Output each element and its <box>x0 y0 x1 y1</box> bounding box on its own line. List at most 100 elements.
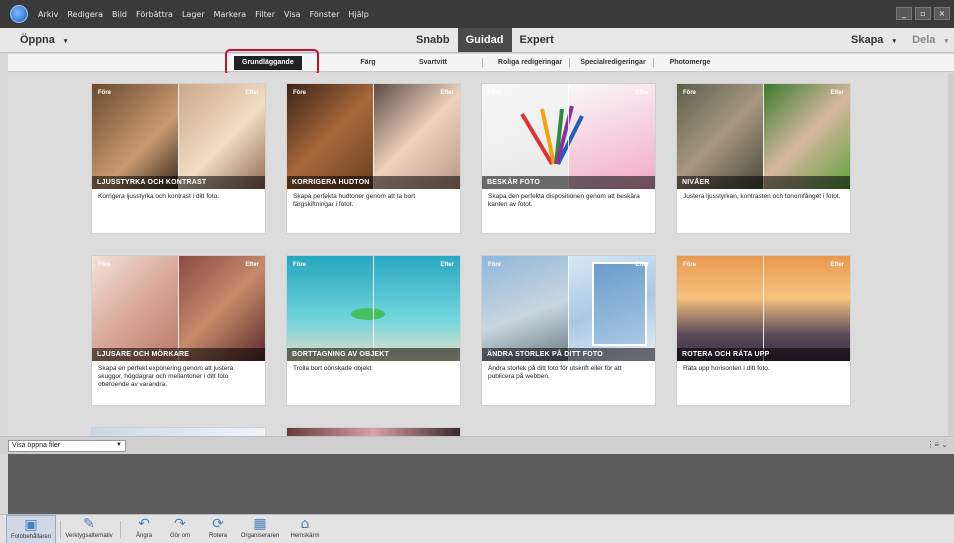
close-button[interactable]: × <box>934 7 950 20</box>
card-description: Skapa den perfekta dispositionen genom a… <box>488 193 640 208</box>
category-divider <box>653 58 654 68</box>
tool-label: Ångra <box>135 533 152 539</box>
minimize-button[interactable]: _ <box>896 7 912 20</box>
tool-label: Rotera <box>208 533 227 539</box>
card-borttagning[interactable]: Före Efter BORTTAGNING AV OBJEKT Trolla … <box>287 256 460 405</box>
show-files-select[interactable]: Visa öppna filer ▼ <box>8 440 126 452</box>
after-label: Efter <box>245 262 259 268</box>
split-divider <box>763 256 764 361</box>
maximize-button[interactable]: ▫ <box>915 7 931 20</box>
create-button[interactable]: Skapa ▾ <box>851 34 896 46</box>
card-partial[interactable] <box>287 428 460 436</box>
resized-photo-frame <box>592 262 647 346</box>
before-label: Före <box>488 262 502 268</box>
card-title: ROTERA OCH RÄTA UPP <box>677 348 850 361</box>
guided-edits-grid: Före Efter LJUSSTYRKA OCH KONTRAST Korri… <box>8 73 954 436</box>
card-nivaer[interactable]: Före Efter NIVÅER Justera ljusstyrkan, k… <box>677 84 850 233</box>
after-half <box>178 256 265 361</box>
tab-guidad[interactable]: Guidad <box>457 28 512 52</box>
before-label: Före <box>683 262 697 268</box>
card-description: Ändra storlek på ditt foto för utskrift … <box>488 365 622 380</box>
before-label: Före <box>98 90 112 96</box>
home-icon: ⌂ <box>300 516 310 532</box>
photo-bin-icon: ▣ <box>24 517 38 533</box>
menu-bar: Arkiv Redigera Bild Förbättra Lager Mark… <box>0 0 954 28</box>
menu-bild[interactable]: Bild <box>112 10 127 19</box>
tool-options-button[interactable]: ✎ Verktygsalternativ <box>64 515 114 543</box>
card-description: Skapa en perfekt exponering genom att ju… <box>98 365 234 388</box>
home-screen-button[interactable]: ⌂ Hemskärm <box>282 515 328 543</box>
card-rotera[interactable]: Före Efter ROTERA OCH RÄTA UPP Räta upp … <box>677 256 850 405</box>
card-ljusare-morkare[interactable]: Före Efter LJUSARE OCH MÖRKARE Skapa en … <box>92 256 265 405</box>
chevron-down-icon: ▾ <box>892 38 896 45</box>
category-roliga[interactable]: Roliga redigeringar <box>488 54 572 72</box>
card-title: LJUSSTYRKA OCH KONTRAST <box>92 176 265 189</box>
card-hudton[interactable]: Före Efter KORRIGERA HUDTON Skapa perfek… <box>287 84 460 233</box>
menu-forbattra[interactable]: Förbättra <box>136 10 173 19</box>
card-thumbnail: Före Efter LJUSARE OCH MÖRKARE <box>92 256 265 361</box>
menu-redigera[interactable]: Redigera <box>67 10 103 19</box>
share-button[interactable]: Dela ▾ <box>912 34 948 46</box>
category-svartvitt[interactable]: Svartvitt <box>403 54 463 72</box>
menu-lager[interactable]: Lager <box>182 10 205 19</box>
card-ljusstyrka[interactable]: Före Efter LJUSSTYRKA OCH KONTRAST Korri… <box>92 84 265 233</box>
after-half <box>178 84 265 189</box>
card-title: BORTTAGNING AV OBJEKT <box>287 348 460 361</box>
menu-hjalp[interactable]: Hjälp <box>348 10 368 19</box>
tab-expert[interactable]: Expert <box>512 28 562 52</box>
file-bar: Visa öppna filer ▼ ⋮≡ ⌄ <box>0 436 954 454</box>
card-title: KORRIGERA HUDTON <box>287 176 460 189</box>
rotate-button[interactable]: ⟳ Rotera <box>196 515 240 543</box>
open-label: Öppna <box>20 34 55 46</box>
menu-markera[interactable]: Markera <box>214 10 247 19</box>
photo-bin[interactable] <box>8 454 954 514</box>
photo-bin-button[interactable]: ▣ Fotobehållaren <box>6 515 56 543</box>
menu-visa[interactable]: Visa <box>284 10 301 19</box>
card-title: NIVÅER <box>677 176 850 189</box>
card-title: BESKÄR FOTO <box>482 176 655 189</box>
after-label: Efter <box>440 262 454 268</box>
card-thumbnail: Före Efter BESKÄR FOTO <box>482 84 655 189</box>
menu-arkiv[interactable]: Arkiv <box>38 10 58 19</box>
before-label: Före <box>293 90 307 96</box>
split-divider <box>373 256 374 361</box>
active-category-highlight <box>225 49 319 76</box>
after-label: Efter <box>830 90 844 96</box>
redo-button[interactable]: ↷ Gör om <box>160 515 200 543</box>
bottom-toolbar: ▣ Fotobehållaren ✎ Verktygsalternativ ↶ … <box>0 514 954 543</box>
toolbar-divider <box>60 521 61 539</box>
before-half <box>92 84 178 189</box>
card-andra-storlek[interactable]: Före Efter ÄNDRA STORLEK PÅ DITT FOTO Än… <box>482 256 655 405</box>
split-divider <box>178 256 179 361</box>
undo-icon: ↶ <box>138 516 150 532</box>
category-special[interactable]: Specialredigeringar <box>572 54 654 72</box>
category-farg[interactable]: Färg <box>348 54 388 72</box>
app-logo-icon[interactable] <box>10 5 28 23</box>
pencils-illustration <box>520 105 584 166</box>
vertical-scrollbar[interactable] <box>948 73 954 436</box>
card-beskar[interactable]: Före Efter BESKÄR FOTO Skapa den perfekt… <box>482 84 655 233</box>
tool-label: Hemskärm <box>290 533 320 539</box>
show-files-value: Visa öppna filer <box>12 442 61 449</box>
rotate-icon: ⟳ <box>212 516 224 532</box>
before-label: Före <box>683 90 697 96</box>
menu-fonster[interactable]: Fönster <box>310 10 340 19</box>
tab-snabb[interactable]: Snabb <box>408 28 458 52</box>
category-divider <box>482 58 483 68</box>
bin-options-icon[interactable]: ⋮≡ ⌄ <box>926 440 948 449</box>
category-photomerge[interactable]: Photomerge <box>658 54 722 72</box>
organizer-button[interactable]: ▦ Organiseraren <box>236 515 284 543</box>
after-label: Efter <box>635 90 649 96</box>
after-label: Efter <box>245 90 259 96</box>
card-partial[interactable] <box>92 428 265 436</box>
undo-button[interactable]: ↶ Ångra <box>124 515 164 543</box>
menu-filter[interactable]: Filter <box>255 10 275 19</box>
card-thumbnail: Före Efter ROTERA OCH RÄTA UPP <box>677 256 850 361</box>
after-label: Efter <box>635 262 649 268</box>
split-divider <box>178 84 179 189</box>
tool-label: Gör om <box>169 533 190 539</box>
card-title: LJUSARE OCH MÖRKARE <box>92 348 265 361</box>
tool-options-icon: ✎ <box>83 516 95 532</box>
tool-label: Verktygsalternativ <box>65 533 113 539</box>
open-button[interactable]: Öppna ▾ <box>20 34 67 46</box>
